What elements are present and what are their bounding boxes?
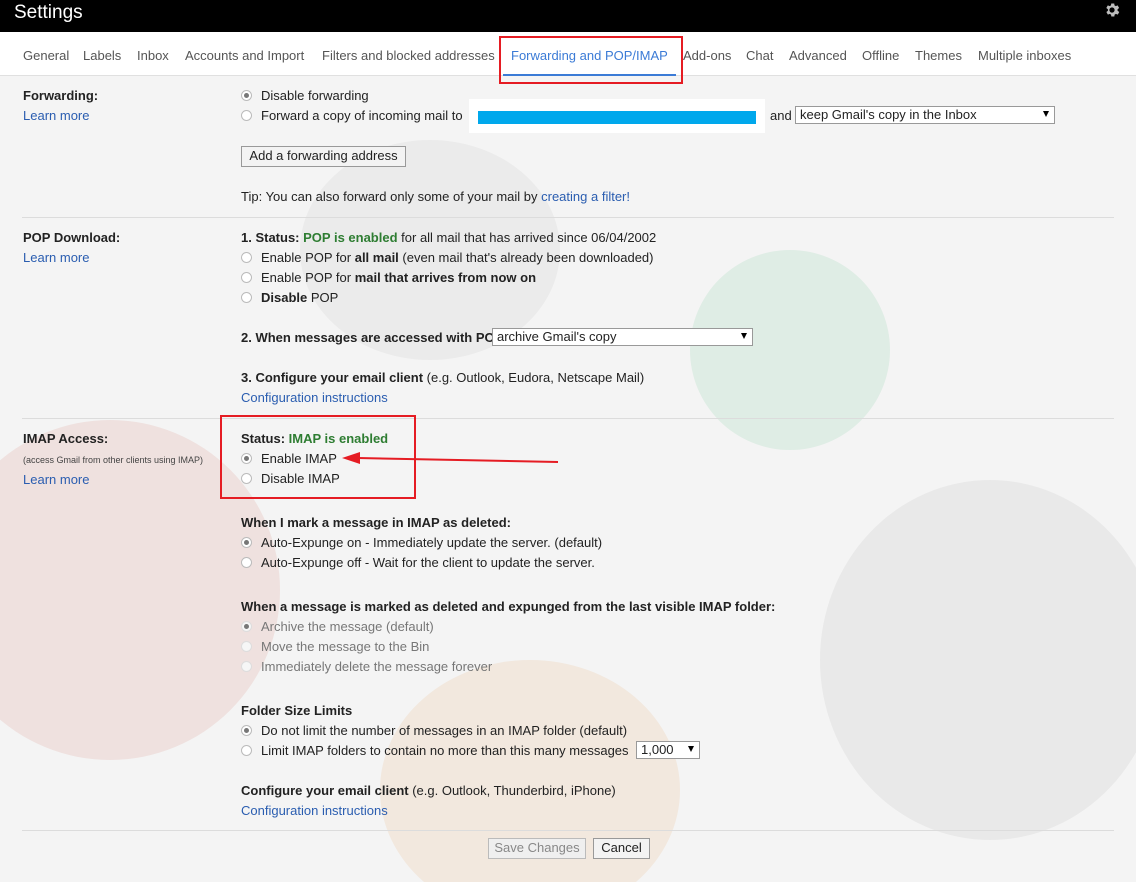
forwarding-tip: Tip: You can also forward only some of y… [241,189,630,204]
auto-expunge-on-radio[interactable] [241,537,252,548]
delete-forever-radio[interactable] [241,661,252,672]
pop-learn-more-link[interactable]: Learn more [23,250,89,265]
pop-all-mail-option[interactable]: Enable POP for all mail (even mail that'… [241,250,654,266]
tab-filters-and-blocked-addresses[interactable]: Filters and blocked addresses [322,48,495,63]
redaction-bar [478,111,756,124]
top-bar: Settings [0,0,1136,32]
pop-accessed-select[interactable]: archive Gmail's copy [492,328,753,346]
move-to-bin-radio[interactable] [241,641,252,652]
section-divider [22,217,1114,218]
limit-option[interactable]: Limit IMAP folders to contain no more th… [241,743,629,759]
pop-from-now-radio[interactable] [241,272,252,283]
disable-imap-option[interactable]: Disable IMAP [241,471,340,487]
imap-configure-client: Configure your email client (e.g. Outloo… [241,783,616,798]
keep-copy-select[interactable]: keep Gmail's copy in the Inbox [795,106,1055,124]
tab-offline[interactable]: Offline [862,48,899,63]
cancel-button[interactable]: Cancel [593,838,650,859]
tab-inbox[interactable]: Inbox [137,48,169,63]
imap-deleted-heading: When I mark a message in IMAP as deleted… [241,515,511,530]
forwarding-address-field-redacted[interactable] [469,99,765,133]
delete-forever-option[interactable]: Immediately delete the message forever [241,659,492,675]
move-to-bin-option[interactable]: Move the message to the Bin [241,639,429,655]
archive-message-radio[interactable] [241,621,252,632]
pop-download-label: POP Download: [23,230,121,245]
tab-accounts-and-import[interactable]: Accounts and Import [185,48,304,63]
disable-imap-radio[interactable] [241,473,252,484]
disable-forwarding-radio[interactable] [241,90,252,101]
pop-from-now-option[interactable]: Enable POP for mail that arrives from no… [241,270,536,286]
forwarding-learn-more-link[interactable]: Learn more [23,108,89,123]
imap-status-value: IMAP is enabled [288,431,389,446]
pop-disable-radio[interactable] [241,292,252,303]
active-tab-indicator [503,74,676,76]
pop-disable-option[interactable]: Disable POP [241,290,338,306]
tab-forwarding-and-pop-imap[interactable]: Forwarding and POP/IMAP [511,48,668,63]
tab-themes[interactable]: Themes [915,48,962,63]
forward-copy-radio[interactable] [241,110,252,121]
auto-expunge-off-radio[interactable] [241,557,252,568]
imap-learn-more-link[interactable]: Learn more [23,472,89,487]
pop-all-mail-radio[interactable] [241,252,252,263]
pop-configure-client: 3. Configure your email client (e.g. Out… [241,370,645,385]
folder-size-heading: Folder Size Limits [241,703,353,718]
imap-access-sublabel: (access Gmail from other clients using I… [23,455,204,465]
pop-status-value: POP is enabled [303,230,398,245]
annotation-arrow-icon [342,452,559,464]
and-label: and [770,108,792,123]
tab-advanced[interactable]: Advanced [789,48,847,63]
forward-copy-option[interactable]: Forward a copy of incoming mail to [241,108,463,124]
chevron-down-icon [741,333,747,339]
settings-tabs: General Labels Inbox Accounts and Import… [0,32,1136,76]
tab-labels[interactable]: Labels [83,48,121,63]
enable-imap-radio[interactable] [241,453,252,464]
save-changes-button[interactable]: Save Changes [488,838,586,859]
tab-general[interactable]: General [23,48,69,63]
auto-expunge-off-option[interactable]: Auto-Expunge off - Wait for the client t… [241,555,595,571]
limit-radio[interactable] [241,745,252,756]
pop-configuration-instructions-link[interactable]: Configuration instructions [241,390,388,405]
disable-forwarding-option[interactable]: Disable forwarding [241,88,369,104]
chevron-down-icon [688,746,694,752]
archive-message-option[interactable]: Archive the message (default) [241,619,434,635]
forwarding-label: Forwarding: [23,88,99,103]
pop-status: 1. Status: POP is enabled for all mail t… [241,230,657,245]
auto-expunge-on-option[interactable]: Auto-Expunge on - Immediately update the… [241,535,602,551]
tab-multiple-inboxes[interactable]: Multiple inboxes [978,48,1071,63]
pop-accessed-label: 2. When messages are accessed with POP [241,330,504,345]
imap-configuration-instructions-link[interactable]: Configuration instructions [241,803,388,818]
no-limit-option[interactable]: Do not limit the number of messages in a… [241,723,627,739]
imap-status: Status: IMAP is enabled [241,431,389,446]
gear-icon[interactable] [1103,1,1121,19]
section-divider [22,830,1114,831]
chevron-down-icon [1043,111,1049,117]
tab-add-ons[interactable]: Add-ons [683,48,731,63]
limit-count-select[interactable]: 1,000 [636,741,700,759]
tab-chat[interactable]: Chat [746,48,773,63]
add-forwarding-address-button[interactable]: Add a forwarding address [241,146,406,167]
section-divider [22,418,1114,419]
enable-imap-option[interactable]: Enable IMAP [241,451,337,467]
no-limit-radio[interactable] [241,725,252,736]
imap-access-label: IMAP Access: [23,431,109,446]
creating-filter-link[interactable]: creating a filter! [541,189,630,204]
imap-expunged-heading: When a message is marked as deleted and … [241,599,776,614]
page-title: Settings [14,2,83,23]
